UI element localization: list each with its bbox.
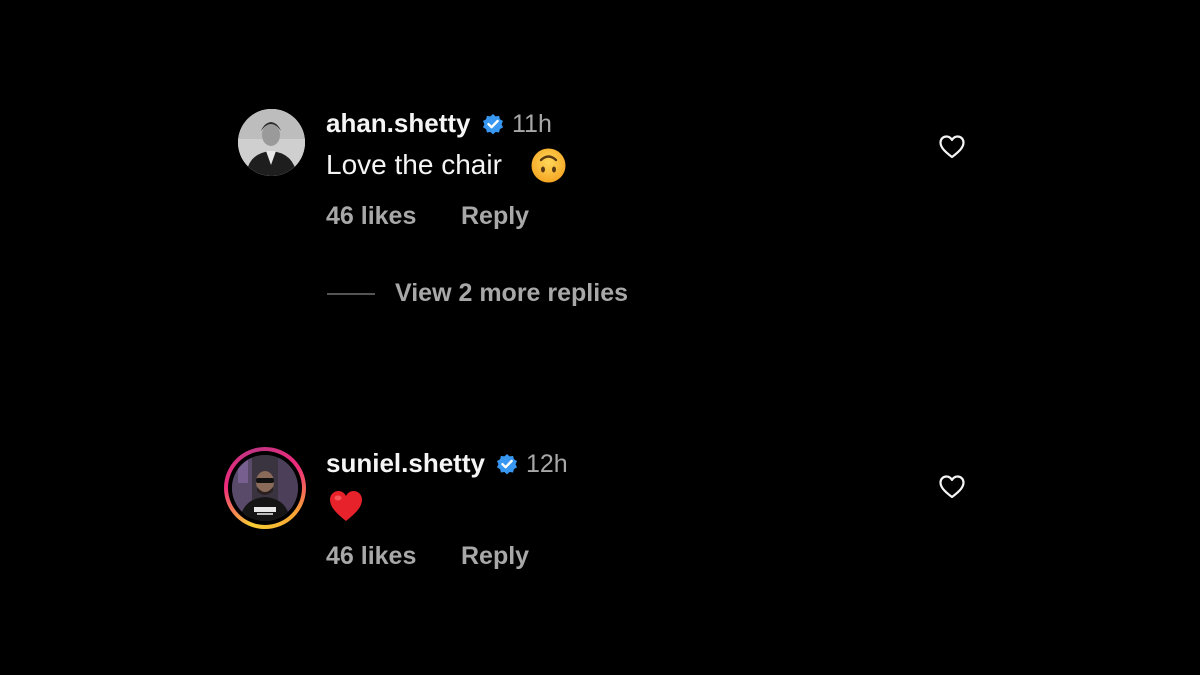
heart-outline-icon[interactable] bbox=[938, 133, 966, 161]
comment-timestamp: 12h bbox=[526, 450, 568, 478]
view-more-replies-button[interactable]: View 2 more replies bbox=[395, 279, 628, 308]
comment-likes-count[interactable]: 46 likes bbox=[326, 202, 416, 231]
reply-button[interactable]: Reply bbox=[461, 542, 529, 571]
verified-badge-icon bbox=[483, 114, 503, 135]
heart-outline-icon[interactable] bbox=[938, 473, 966, 501]
profile-photo bbox=[238, 109, 305, 176]
comment-timestamp: 11h bbox=[512, 110, 552, 138]
profile-photo-illustration bbox=[232, 455, 298, 521]
verified-badge-icon bbox=[497, 454, 517, 475]
profile-photo bbox=[232, 455, 298, 521]
comment-username[interactable]: ahan.shetty bbox=[326, 108, 471, 139]
red-heart-emoji-icon bbox=[330, 491, 362, 521]
upside-down-face-emoji-icon bbox=[531, 148, 566, 183]
reply-button[interactable]: Reply bbox=[461, 202, 529, 231]
comment-likes-count[interactable]: 46 likes bbox=[326, 542, 416, 571]
avatar-suniel-shetty[interactable] bbox=[224, 447, 306, 529]
replies-divider-line bbox=[327, 293, 375, 295]
comment-text: Love the chair bbox=[326, 149, 502, 180]
comment-username[interactable]: suniel.shetty bbox=[326, 448, 485, 479]
avatar-ahan-shetty[interactable] bbox=[238, 109, 305, 176]
